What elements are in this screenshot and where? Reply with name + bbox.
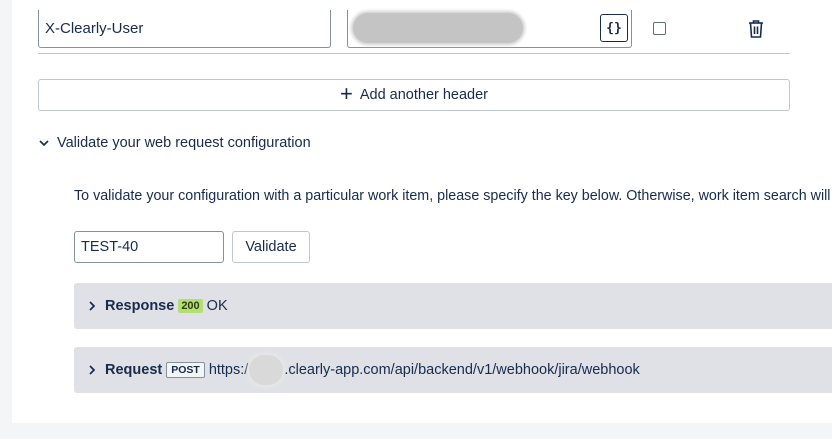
- add-header-button[interactable]: + Add another header: [38, 79, 790, 111]
- redacted-header-value: [353, 13, 523, 43]
- request-url-prefix: https:/: [208, 362, 249, 378]
- chevron-right-icon: [89, 365, 96, 375]
- trash-icon[interactable]: [748, 19, 764, 39]
- chevron-right-icon: [89, 301, 96, 311]
- validate-description: To validate your configuration with a pa…: [74, 188, 832, 204]
- header-value-field[interactable]: {}: [347, 10, 632, 48]
- plus-icon: +: [339, 81, 353, 106]
- chevron-down-icon: [39, 140, 49, 147]
- response-panel-toggle[interactable]: Response 200 OK: [74, 283, 832, 329]
- work-item-key-input[interactable]: TEST-40: [74, 231, 224, 263]
- redacted-url-segment: [249, 355, 284, 385]
- method-badge: POST: [166, 362, 205, 378]
- request-panel-toggle[interactable]: Request POST https:/ .clearly-app.com/api…: [74, 347, 832, 393]
- header-name-input[interactable]: X-Clearly-User: [38, 10, 331, 48]
- format-braces-button[interactable]: {}: [600, 14, 628, 42]
- divider: [38, 53, 790, 54]
- request-url-suffix: .clearly-app.com/api/backend/v1/webhook/…: [284, 362, 640, 378]
- validate-section-toggle[interactable]: Validate your web request configuration: [38, 132, 311, 154]
- status-text: OK: [206, 298, 228, 314]
- validate-button[interactable]: Validate: [232, 231, 310, 263]
- status-code-badge: 200: [178, 299, 203, 313]
- add-header-label: Add another header: [359, 87, 489, 103]
- secret-checkbox[interactable]: [653, 22, 666, 35]
- webhook-config-panel: X-Clearly-User {} + Add another header V…: [12, 0, 832, 423]
- request-label: Request: [105, 362, 163, 378]
- response-label: Response: [105, 298, 175, 314]
- validate-section-title: Validate your web request configuration: [57, 135, 311, 151]
